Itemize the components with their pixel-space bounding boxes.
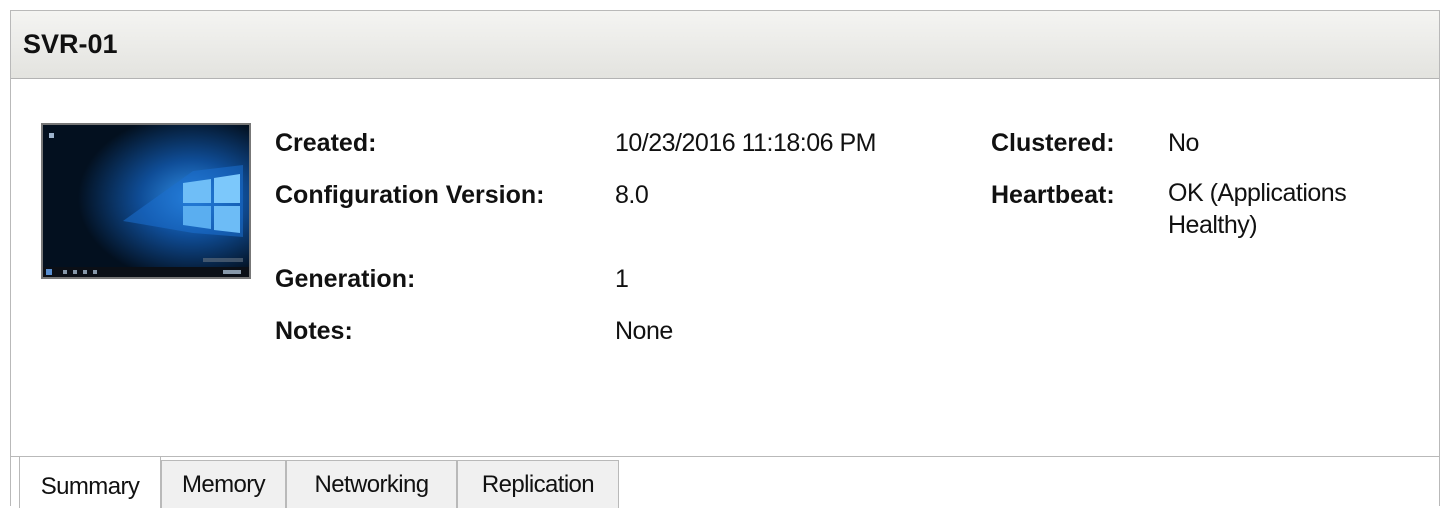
vm-screen-thumbnail[interactable] — [41, 123, 251, 279]
notes-label: Notes: — [275, 317, 353, 345]
notes-value: None — [615, 317, 673, 345]
tab-memory[interactable]: Memory — [161, 460, 286, 508]
tab-summary[interactable]: Summary — [19, 456, 161, 508]
tab-replication[interactable]: Replication — [457, 460, 619, 508]
created-value: 10/23/2016 11:18:06 PM — [615, 129, 876, 157]
configuration-version-value: 8.0 — [615, 181, 649, 209]
configuration-version-label: Configuration Version: — [275, 181, 545, 209]
tab-strip: Summary Memory Networking Replication — [11, 456, 1439, 508]
clustered-value: No — [1168, 129, 1199, 157]
created-label: Created: — [275, 129, 377, 157]
generation-value: 1 — [615, 265, 629, 293]
vm-name-title: SVR-01 — [23, 29, 118, 59]
vm-details-panel: SVR-01 Created: 10/23/2016 11:18:06 PM C… — [10, 10, 1440, 508]
heartbeat-value: OK (Applications Healthy) — [1168, 179, 1347, 239]
windows-desktop-icon — [43, 125, 249, 277]
summary-content: Created: 10/23/2016 11:18:06 PM Configur… — [11, 79, 1439, 456]
generation-label: Generation: — [275, 265, 416, 293]
tab-networking[interactable]: Networking — [286, 460, 457, 508]
heartbeat-label: Heartbeat: — [991, 181, 1115, 209]
panel-header: SVR-01 — [11, 11, 1439, 79]
clustered-label: Clustered: — [991, 129, 1115, 157]
